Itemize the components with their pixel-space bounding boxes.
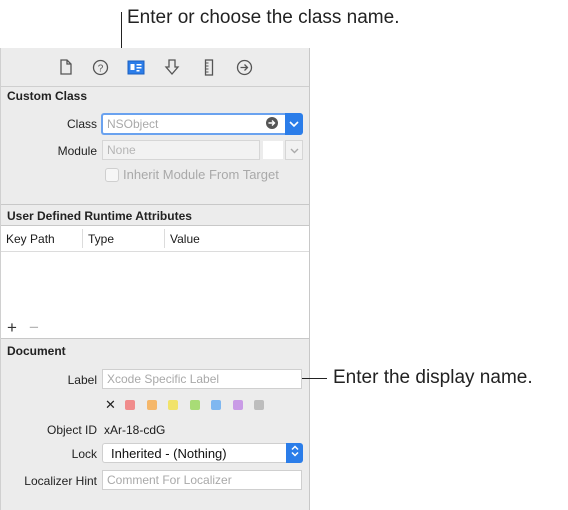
- label-color-swatch-purple[interactable]: [232, 400, 243, 410]
- module-dropdown-button: [285, 140, 303, 160]
- module-combo-box: None: [102, 140, 260, 160]
- document-title: Document: [7, 344, 66, 358]
- label-color-swatch-blue[interactable]: [211, 400, 221, 410]
- label-color-swatch-red[interactable]: [125, 400, 135, 410]
- clear-label-color-button[interactable]: ✕: [105, 397, 116, 413]
- label-color-swatch-green[interactable]: [189, 400, 200, 410]
- class-dropdown-button[interactable]: [285, 113, 303, 135]
- identity-icon[interactable]: [127, 58, 145, 76]
- inspector-toolbar: ?: [1, 48, 309, 87]
- object-id-label: Object ID: [46, 423, 97, 437]
- section-divider: [1, 338, 309, 339]
- module-field-text: None: [107, 143, 136, 157]
- label-color-swatch-orange[interactable]: [146, 400, 157, 410]
- lock-popup-button[interactable]: Inherited - (Nothing): [102, 443, 286, 463]
- inherit-module-checkbox: [105, 168, 119, 182]
- display-callout-text: Enter the display name.: [333, 367, 533, 388]
- remove-attribute-button: −: [29, 318, 39, 337]
- class-callout-text: Enter or choose the class name.: [127, 7, 400, 28]
- module-color-well: [263, 141, 283, 159]
- class-label: Class: [66, 117, 97, 131]
- object-id-value: xAr-18-cdG: [104, 423, 166, 437]
- add-attribute-button[interactable]: +: [7, 318, 17, 338]
- label-field[interactable]: Xcode Specific Label: [102, 369, 302, 389]
- class-field-text: NSObject: [107, 117, 159, 131]
- label-label: Label: [67, 373, 97, 387]
- column-header-value[interactable]: Value: [170, 232, 200, 246]
- localizer-hint-label: Localizer Hint: [24, 474, 97, 488]
- custom-class-title: Custom Class: [7, 89, 88, 103]
- class-combo-box[interactable]: NSObject: [101, 113, 285, 135]
- label-color-swatch-gray[interactable]: [254, 400, 264, 410]
- column-separator: [82, 229, 83, 248]
- attributes-icon[interactable]: [163, 58, 181, 76]
- label-color-swatch-yellow[interactable]: [168, 400, 178, 410]
- navigate-arrow-icon[interactable]: [265, 116, 279, 130]
- display-callout-line: [302, 378, 327, 379]
- inherit-module-label: Inherit Module From Target: [123, 167, 279, 182]
- lock-popup-stepper[interactable]: [286, 443, 303, 463]
- localizer-hint-field[interactable]: Comment For Localizer: [102, 470, 302, 490]
- chevron-down-icon: [290, 141, 299, 159]
- module-label: Module: [57, 144, 97, 158]
- file-icon[interactable]: [57, 58, 75, 76]
- section-divider: [1, 204, 309, 205]
- runtime-attributes-title: User Defined Runtime Attributes: [7, 209, 192, 223]
- lock-label: Lock: [71, 447, 97, 461]
- lock-popup-value: Inherited - (Nothing): [111, 446, 227, 461]
- column-header-type[interactable]: Type: [88, 232, 114, 246]
- localizer-hint-placeholder: Comment For Localizer: [107, 473, 232, 487]
- size-icon[interactable]: [200, 58, 218, 76]
- label-field-placeholder: Xcode Specific Label: [107, 372, 220, 386]
- inspector-panel: ? Custom Class Class NSObject Module Non…: [0, 48, 310, 510]
- column-header-key-path[interactable]: Key Path: [6, 232, 55, 246]
- column-separator: [164, 229, 165, 248]
- runtime-attributes-table[interactable]: Key Path Type Value: [1, 226, 309, 338]
- chevron-down-icon: [289, 115, 299, 133]
- chevron-updown-icon: [290, 444, 299, 462]
- connections-icon[interactable]: [235, 58, 253, 76]
- table-header: Key Path Type Value: [1, 226, 309, 252]
- svg-text:?: ?: [97, 63, 103, 74]
- help-icon[interactable]: ?: [91, 58, 109, 76]
